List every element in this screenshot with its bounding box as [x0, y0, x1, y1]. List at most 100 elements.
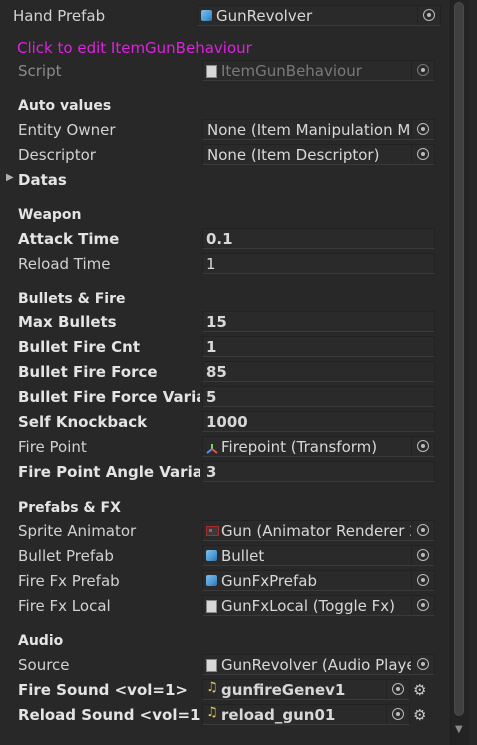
- source-row: Source GunRevolver (Audio Player: [0, 654, 450, 676]
- entity-owner-field[interactable]: None (Item Manipulation Met: [202, 119, 435, 140]
- section-auto-values: Auto values: [18, 98, 112, 114]
- entity-owner-row: Entity Owner None (Item Manipulation Met: [0, 119, 450, 141]
- bullet-fire-force-input[interactable]: 85: [202, 361, 435, 382]
- descriptor-row: Descriptor None (Item Descriptor): [0, 144, 450, 166]
- bullet-fire-cnt-input[interactable]: 1: [202, 336, 435, 357]
- fire-fx-prefab-label: Fire Fx Prefab: [18, 572, 120, 590]
- script-icon: [206, 65, 217, 78]
- target-icon: [417, 123, 429, 135]
- sprite-animator-label: Sprite Animator: [18, 522, 137, 540]
- sprite-animator-field[interactable]: Gun (Animator Renderer 2D: [202, 520, 435, 541]
- target-icon: [417, 64, 429, 76]
- max-bullets-label: Max Bullets: [18, 313, 117, 331]
- datas-foldout[interactable]: ▶ Datas: [0, 169, 450, 191]
- reload-sound-field[interactable]: ♫ reload_gun01: [202, 704, 410, 725]
- section-bullets-fire: Bullets & Fire: [18, 291, 126, 307]
- script-icon: [206, 659, 217, 672]
- object-picker-button[interactable]: [411, 521, 434, 540]
- fire-point-angle-variation-row: Fire Point Angle Variation 3: [0, 461, 450, 483]
- bullet-fire-force-row: Bullet Fire Force 85: [0, 361, 450, 383]
- fire-sound-row: Fire Sound <vol=1> ♫ gunfireGenev1 ⚙: [0, 679, 450, 701]
- gear-icon[interactable]: ⚙: [413, 681, 426, 699]
- reload-time-input[interactable]: 1: [202, 253, 435, 274]
- edit-script-link[interactable]: Click to edit ItemGunBehaviour: [17, 39, 252, 57]
- bullet-prefab-label: Bullet Prefab: [18, 547, 114, 565]
- object-picker-button[interactable]: [386, 705, 409, 724]
- target-icon: [417, 599, 429, 611]
- max-bullets-input[interactable]: 15: [202, 311, 435, 332]
- music-note-icon: ♫: [206, 680, 218, 695]
- hand-prefab-row: Hand Prefab GunRevolver: [0, 5, 450, 27]
- bullet-fire-force-variation-input[interactable]: 5: [202, 386, 435, 407]
- object-picker-button[interactable]: [411, 437, 434, 456]
- source-field[interactable]: GunRevolver (Audio Player: [202, 654, 435, 675]
- fire-point-label: Fire Point: [18, 438, 87, 456]
- fire-fx-prefab-field[interactable]: GunFxPrefab: [202, 570, 435, 591]
- target-icon: [423, 9, 435, 21]
- fire-fx-local-label: Fire Fx Local: [18, 597, 111, 615]
- object-picker-button[interactable]: [417, 6, 440, 25]
- target-icon: [417, 549, 429, 561]
- descriptor-label: Descriptor: [18, 146, 96, 164]
- transform-icon: [206, 441, 218, 454]
- bullet-prefab-row: Bullet Prefab Bullet: [0, 545, 450, 567]
- fire-fx-local-row: Fire Fx Local GunFxLocal (Toggle Fx): [0, 595, 450, 617]
- script-label: Script: [18, 62, 62, 80]
- fire-point-field[interactable]: Firepoint (Transform): [202, 436, 435, 457]
- object-picker-button[interactable]: [411, 546, 434, 565]
- cube-icon: [206, 575, 217, 586]
- descriptor-field[interactable]: None (Item Descriptor): [202, 144, 435, 165]
- self-knockback-row: Self Knockback 1000: [0, 411, 450, 433]
- target-icon: [417, 440, 429, 452]
- datas-label[interactable]: Datas: [18, 171, 200, 189]
- target-icon: [417, 524, 429, 536]
- bullet-fire-force-variation-label: Bullet Fire Force Variatio: [18, 388, 200, 406]
- cube-icon: [206, 550, 217, 561]
- bullet-fire-force-variation-row: Bullet Fire Force Variatio 5: [0, 386, 450, 408]
- target-icon: [417, 148, 429, 160]
- reload-time-label: Reload Time: [18, 255, 111, 273]
- script-row: Script ItemGunBehaviour: [0, 60, 450, 82]
- max-bullets-row: Max Bullets 15: [0, 311, 450, 333]
- sprite-animator-row: Sprite Animator Gun (Animator Renderer 2…: [0, 520, 450, 542]
- reload-sound-label: Reload Sound <vol=1>: [18, 706, 200, 724]
- bullet-fire-cnt-label: Bullet Fire Cnt: [18, 338, 140, 356]
- bullet-prefab-field[interactable]: Bullet: [202, 545, 435, 566]
- scrollbar-thumb[interactable]: [454, 2, 464, 716]
- fire-fx-local-field[interactable]: GunFxLocal (Toggle Fx): [202, 595, 435, 616]
- section-audio: Audio: [18, 633, 64, 649]
- fire-sound-field[interactable]: ♫ gunfireGenev1: [202, 679, 410, 700]
- object-picker-button[interactable]: [411, 596, 434, 615]
- object-picker-button[interactable]: [411, 120, 434, 139]
- hand-prefab-field[interactable]: GunRevolver: [197, 5, 441, 26]
- attack-time-row: Attack Time 0.1: [0, 228, 450, 250]
- object-picker-button[interactable]: [386, 680, 409, 699]
- fire-point-angle-variation-input[interactable]: 3: [202, 461, 435, 482]
- entity-owner-label: Entity Owner: [18, 121, 116, 139]
- fire-point-angle-variation-label: Fire Point Angle Variation: [18, 463, 200, 481]
- fire-sound-label: Fire Sound <vol=1>: [18, 681, 188, 699]
- scroll-down-arrow-icon[interactable]: ▼: [455, 724, 463, 735]
- reload-sound-row: Reload Sound <vol=1> ♫ reload_gun01 ⚙: [0, 704, 450, 726]
- reload-time-row: Reload Time 1: [0, 253, 450, 275]
- object-picker-button[interactable]: [411, 571, 434, 590]
- script-icon: [206, 600, 217, 613]
- foldout-arrow-icon[interactable]: ▶: [6, 172, 14, 183]
- music-note-icon: ♫: [206, 705, 218, 720]
- source-label: Source: [18, 656, 70, 674]
- target-icon: [417, 658, 429, 670]
- target-icon: [392, 708, 404, 720]
- object-picker-button[interactable]: [411, 145, 434, 164]
- target-icon: [392, 683, 404, 695]
- self-knockback-label: Self Knockback: [18, 413, 148, 431]
- self-knockback-input[interactable]: 1000: [202, 411, 435, 432]
- gear-icon[interactable]: ⚙: [413, 706, 426, 724]
- target-icon: [417, 574, 429, 586]
- attack-time-input[interactable]: 0.1: [202, 228, 435, 249]
- object-picker-button: [411, 61, 434, 80]
- bullet-fire-cnt-row: Bullet Fire Cnt 1: [0, 336, 450, 358]
- bullet-fire-force-label: Bullet Fire Force: [18, 363, 158, 381]
- section-prefabs-fx: Prefabs & FX: [18, 500, 121, 516]
- fire-fx-prefab-row: Fire Fx Prefab GunFxPrefab: [0, 570, 450, 592]
- object-picker-button[interactable]: [411, 655, 434, 674]
